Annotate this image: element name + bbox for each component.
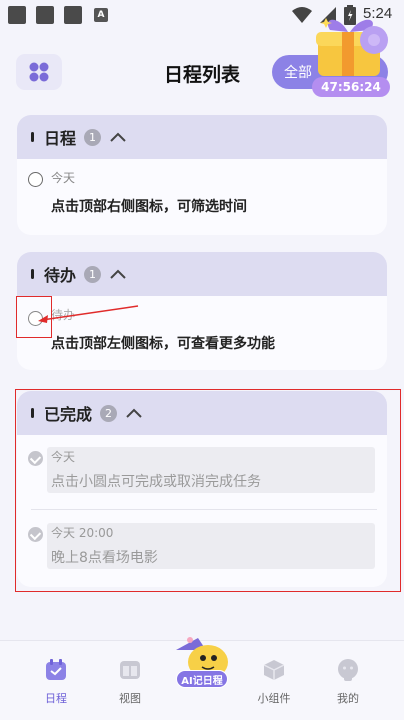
section-title: 待办 xyxy=(44,266,77,285)
annotation-highlight-completed xyxy=(15,389,401,592)
notification-icon xyxy=(8,6,26,24)
section-header[interactable]: 待办 1 xyxy=(17,252,387,296)
section-schedule: 日程 1 今天 点击顶部右侧图标，可筛选时间 xyxy=(17,115,387,235)
calendar-icon xyxy=(46,659,66,680)
item-date: 今天 xyxy=(51,171,76,185)
section-title: 日程 xyxy=(44,129,77,148)
nav-widget[interactable] xyxy=(244,658,304,686)
view-icon xyxy=(120,661,140,679)
list-item[interactable]: 今天 点击顶部右侧图标，可筛选时间 xyxy=(17,159,387,230)
nav-label-view[interactable]: 视图 xyxy=(100,690,160,706)
nav-label-profile[interactable]: 我的 xyxy=(318,690,378,706)
section-header[interactable]: 日程 1 xyxy=(17,115,387,159)
section-marker xyxy=(31,269,34,279)
item-title: 点击顶部左侧图标，可查看更多功能 xyxy=(51,336,275,352)
nav-calendar[interactable] xyxy=(26,658,86,686)
ai-schedule-button[interactable]: AI记日程 xyxy=(176,670,228,688)
profile-icon xyxy=(338,659,358,681)
section-count-badge: 1 xyxy=(84,265,102,283)
keyboard-indicator-icon: A xyxy=(94,8,108,22)
promo-countdown: 47:56:24 xyxy=(312,77,390,97)
nav-label-widget[interactable]: 小组件 xyxy=(244,690,304,706)
nav-profile[interactable] xyxy=(318,658,378,686)
nav-label-calendar[interactable]: 日程 xyxy=(26,690,86,706)
widget-icon xyxy=(263,660,285,680)
chevron-up-icon[interactable] xyxy=(109,268,127,280)
complete-toggle-radio[interactable] xyxy=(28,172,43,187)
chevron-up-icon[interactable] xyxy=(109,131,127,143)
annotation-arrow-icon xyxy=(38,305,139,323)
section-marker xyxy=(31,132,34,142)
item-title: 点击顶部右侧图标，可筛选时间 xyxy=(51,199,247,215)
section-count-badge: 1 xyxy=(84,128,102,146)
notification-icon xyxy=(36,6,54,24)
notification-icon xyxy=(64,6,82,24)
nav-view[interactable] xyxy=(100,658,160,686)
